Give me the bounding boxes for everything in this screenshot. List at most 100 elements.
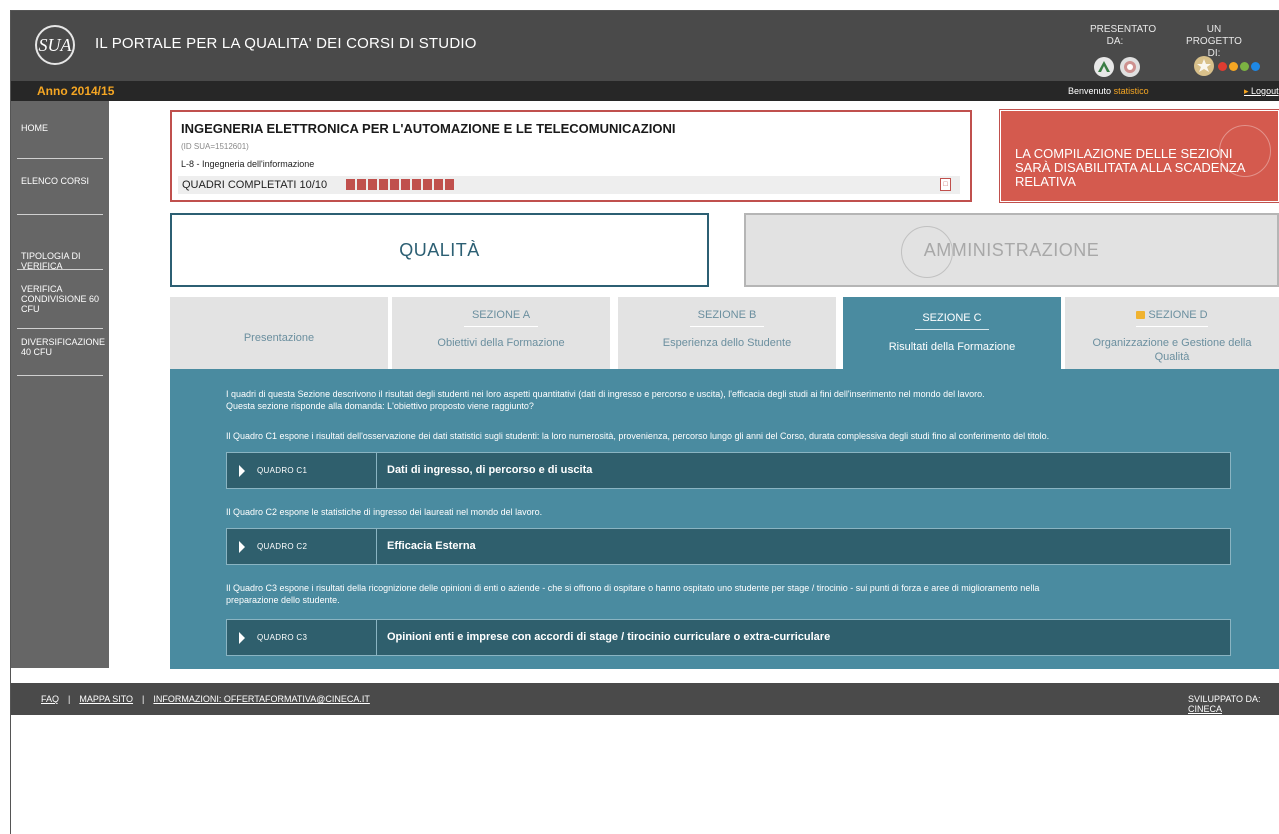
tab-amministrazione[interactable]: AMMINISTRAZIONE: [744, 213, 1279, 287]
footer-separator: |: [68, 694, 71, 704]
republic-emblem-icon[interactable]: [1194, 56, 1214, 76]
tab-presentazione-label[interactable]: Presentazione: [182, 331, 376, 345]
course-id: (ID SUA=1512601): [181, 142, 249, 151]
logout-link[interactable]: ▸ Logout: [1244, 86, 1279, 97]
tab-sezione-a-label[interactable]: Obiettivi della Formazione: [404, 336, 598, 350]
sidebar: HOME ELENCO CORSI TIPOLOGIA DI VERIFICA …: [11, 101, 109, 668]
sidebar-divider: [17, 375, 103, 376]
sidebar-item-diversificazione[interactable]: DIVERSIFICAZIONE 40 CFU: [11, 337, 109, 357]
quadri-progress-segment: [368, 179, 377, 190]
info-email-link[interactable]: INFORMAZIONI: OFFERTAFORMATIVA@CINECA.IT: [153, 694, 369, 704]
intro-text-1: I quadri di questa Sezione descrivono il…: [226, 389, 985, 399]
quadri-progress-segment: [357, 179, 366, 190]
site-footer: FAQ | MAPPA SITO | INFORMAZIONI: OFFERTAFORM…: [11, 683, 1279, 715]
tab-divider: [689, 326, 765, 327]
lock-icon: [1136, 311, 1146, 319]
quadro-c3-description-1: Il Quadro C3 espone i risultati della ri…: [226, 583, 1040, 593]
course-info-box: INGEGNERIA ELETTRONICA PER L'AUTOMAZIONE…: [170, 110, 972, 202]
tab-sezione-b-head[interactable]: SEZIONE B: [618, 309, 836, 321]
quadri-completed-label: QUADRI COMPLETATI 10/10: [182, 179, 328, 191]
project-of-label: UN PROGETTO DI:: [1186, 24, 1242, 59]
quadri-progress-segment: [434, 179, 443, 190]
expand-arrow-icon[interactable]: [239, 541, 245, 553]
site-map-link[interactable]: MAPPA SITO: [79, 694, 133, 704]
tab-sezione-d-label[interactable]: Organizzazione e Gestione della Qualità: [1077, 336, 1267, 364]
tab-sezione-c-head[interactable]: SEZIONE C: [843, 312, 1061, 324]
miur-logo-icon[interactable]: [1218, 62, 1260, 71]
developed-by-label: SVILUPPATO DA:: [1188, 694, 1261, 704]
quadri-progress-segment: [379, 179, 388, 190]
tab-sezione-d-head-label[interactable]: SEZIONE D: [1148, 309, 1207, 321]
course-class: L-8 - Ingegneria dell'informazione: [181, 159, 315, 169]
quadri-progress-segment: [401, 179, 410, 190]
sidebar-item-verifica-condivisione[interactable]: VERIFICA CONDIVISIONE 60 CFU: [11, 284, 109, 314]
deadline-warning: LA COMPILAZIONE DELLE SEZIONI SARÀ DISAB…: [1000, 110, 1279, 202]
quadro-title[interactable]: Dati di ingresso, di percorso e di uscit…: [387, 464, 592, 476]
warning-text: LA COMPILAZIONE DELLE SEZIONI SARÀ DISAB…: [1015, 146, 1245, 189]
welcome-label: Benvenuto: [1068, 86, 1112, 96]
tab-sezione-d[interactable]: SEZIONE D Organizzazione e Gestione dell…: [1065, 297, 1279, 369]
quadro-divider: [376, 453, 377, 488]
tab-sezione-b[interactable]: SEZIONE B Esperienza dello Studente: [618, 297, 836, 369]
academic-year: Anno 2014/15: [37, 84, 115, 98]
developed-by: SVILUPPATO DA: CINECA: [1188, 694, 1279, 714]
sidebar-item-elenco-corsi[interactable]: ELENCO CORSI: [11, 176, 109, 186]
quadro-c3-row[interactable]: QUADRO C3 Opinioni enti e imprese con ac…: [226, 619, 1231, 656]
portal-title: IL PORTALE PER LA QUALITA' DEI CORSI DI …: [95, 35, 477, 52]
presented-by-label: PRESENTATO DA:: [1090, 24, 1157, 47]
quadro-code[interactable]: QUADRO C3: [257, 633, 307, 642]
tab-sezione-c-label[interactable]: Risultati della Formazione: [855, 340, 1049, 354]
tab-sezione-c[interactable]: SEZIONE C Risultati della Formazione: [843, 297, 1061, 372]
quadri-progress-segment: [346, 179, 355, 190]
tab-qualita[interactable]: QUALITÀ: [170, 213, 709, 287]
sua-logo[interactable]: SUA: [35, 25, 75, 65]
quadro-title[interactable]: Efficacia Esterna: [387, 540, 476, 552]
quadri-progress-row: QUADRI COMPLETATI 10/10 □: [178, 176, 960, 194]
sidebar-divider: [17, 158, 103, 159]
intro-text-2: Questa sezione risponde alla domanda: L'…: [226, 401, 534, 411]
tab-sezione-a-head[interactable]: SEZIONE A: [392, 309, 610, 321]
welcome-text: Benvenuto statistico: [1068, 86, 1149, 96]
tab-sezione-a[interactable]: SEZIONE A Obiettivi della Formazione: [392, 297, 610, 369]
pdf-icon[interactable]: □: [940, 178, 951, 191]
logout-label[interactable]: Logout: [1251, 86, 1279, 96]
cineca-link[interactable]: CINECA: [1188, 704, 1222, 714]
quadri-progress-segment: [423, 179, 432, 190]
quadro-divider: [376, 529, 377, 564]
tab-divider: [1135, 326, 1209, 327]
sidebar-divider: [17, 214, 103, 215]
quadro-c1-description: Il Quadro C1 espone i risultati dell'oss…: [226, 431, 1050, 441]
year-bar: Anno 2014/15 Benvenuto statistico ▸ Logo…: [11, 81, 1279, 101]
quadro-c1-row[interactable]: QUADRO C1 Dati di ingresso, di percorso …: [226, 452, 1231, 489]
sidebar-item-tipologia-verifica[interactable]: TIPOLOGIA DI VERIFICA: [11, 251, 109, 271]
course-title: INGEGNERIA ELETTRONICA PER L'AUTOMAZIONE…: [181, 121, 676, 136]
quadri-progress-segment: [390, 179, 399, 190]
quadro-divider: [376, 620, 377, 655]
arrow-right-icon: ▸: [1244, 86, 1249, 96]
expand-arrow-icon[interactable]: [239, 632, 245, 644]
sidebar-item-home[interactable]: HOME: [11, 123, 109, 133]
tab-sezione-b-label[interactable]: Esperienza dello Studente: [630, 336, 824, 350]
sidebar-divider: [17, 328, 103, 329]
anvur-logo-icon[interactable]: [1094, 57, 1114, 77]
sidebar-divider: [17, 269, 103, 270]
tab-divider: [914, 329, 990, 330]
quadro-c3-description-2: preparazione dello studente.: [226, 595, 340, 605]
faq-link[interactable]: FAQ: [41, 694, 59, 704]
seal-watermark-icon: [901, 226, 953, 278]
tab-presentazione[interactable]: Presentazione: [170, 297, 388, 369]
expand-arrow-icon[interactable]: [239, 465, 245, 477]
quadri-progress-segment: [412, 179, 421, 190]
footer-links: FAQ | MAPPA SITO | INFORMAZIONI: OFFERTAFORM…: [41, 694, 370, 704]
quadro-c2-row[interactable]: QUADRO C2 Efficacia Esterna: [226, 528, 1231, 565]
footer-separator: |: [142, 694, 145, 704]
site-header: SUA IL PORTALE PER LA QUALITA' DEI CORSI…: [11, 11, 1279, 81]
quadri-progress-bar: [346, 179, 454, 190]
quadro-code[interactable]: QUADRO C1: [257, 466, 307, 475]
quadro-title[interactable]: Opinioni enti e imprese con accordi di s…: [387, 631, 830, 643]
tab-divider: [463, 326, 539, 327]
ministry-emblem-icon[interactable]: [1120, 57, 1140, 77]
tab-sezione-d-head[interactable]: SEZIONE D: [1065, 309, 1279, 321]
quadro-code[interactable]: QUADRO C2: [257, 542, 307, 551]
username: statistico: [1113, 86, 1149, 96]
